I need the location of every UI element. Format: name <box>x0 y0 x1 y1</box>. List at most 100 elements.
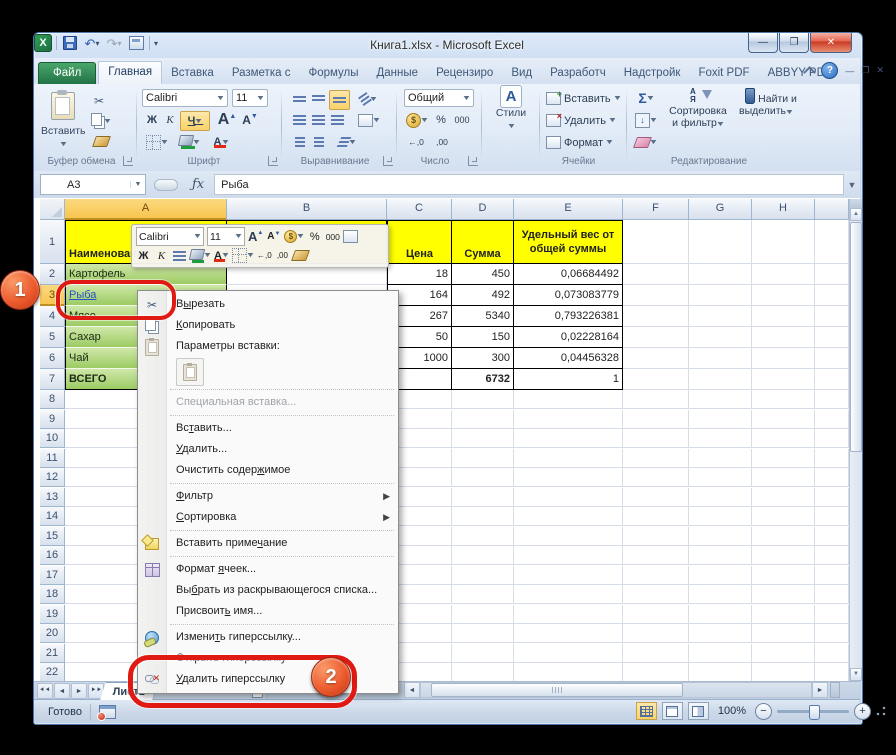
workbook-restore-button[interactable]: ❐ <box>861 65 869 76</box>
name-box[interactable]: A3 ▼ <box>40 174 146 195</box>
cell-16[interactable] <box>815 546 849 565</box>
tab-данные[interactable]: Данные <box>368 63 428 84</box>
cell-G1[interactable] <box>689 220 752 264</box>
column-header-D[interactable]: D <box>452 199 514 220</box>
row-header-12[interactable]: 12 <box>40 468 65 487</box>
cell-13[interactable] <box>815 488 849 507</box>
cell-E18[interactable] <box>514 585 623 604</box>
cell-F5[interactable] <box>623 327 689 348</box>
cell-D12[interactable] <box>452 468 514 487</box>
mini-font-name-combo[interactable]: Calibri▼ <box>136 227 204 246</box>
page-break-view-button[interactable] <box>688 702 709 720</box>
cell-G9[interactable] <box>689 410 752 429</box>
merge-center-button[interactable]: ▼ <box>355 111 383 129</box>
formula-input[interactable]: Рыба <box>214 174 844 195</box>
menu-item-7[interactable]: Вставить... <box>138 418 398 439</box>
cell-14[interactable] <box>815 507 849 526</box>
cell-19[interactable] <box>815 605 849 624</box>
row-header-17[interactable]: 17 <box>40 566 65 585</box>
cell-17[interactable] <box>815 566 849 585</box>
cell-G2[interactable] <box>689 264 752 285</box>
column-header-E[interactable]: E <box>514 199 623 220</box>
cell-E1[interactable]: Удельный вес от общей суммы <box>514 220 623 264</box>
cell-H14[interactable] <box>752 507 815 526</box>
cell-G13[interactable] <box>689 488 752 507</box>
borders-button[interactable]: ▼ <box>144 133 170 151</box>
menu-item-9[interactable]: Очистить содержимое <box>138 460 398 481</box>
column-header-G[interactable]: G <box>689 199 752 220</box>
workbook-minimize-button[interactable]: — <box>845 66 854 76</box>
cell-H21[interactable] <box>752 644 815 663</box>
tab-надстройк[interactable]: Надстройк <box>615 63 690 84</box>
restore-button[interactable]: ❐ <box>779 33 809 53</box>
row-header-8[interactable]: 8 <box>40 390 65 409</box>
cell-9[interactable] <box>815 410 849 429</box>
cut-button[interactable]: ✂ <box>94 91 116 111</box>
cell-3[interactable] <box>815 285 849 306</box>
cell-E13[interactable] <box>514 488 623 507</box>
first-sheet-button[interactable]: ⯇⯇ <box>37 683 53 699</box>
cell-D15[interactable] <box>452 527 514 546</box>
cell-H22[interactable] <box>752 663 815 681</box>
cell-H1[interactable] <box>752 220 815 264</box>
column-header-H[interactable]: H <box>752 199 815 220</box>
mini-accounting-button[interactable]: $▼ <box>284 228 304 245</box>
cell-E15[interactable] <box>514 527 623 546</box>
delete-cells-button[interactable]: Удалить▼ <box>546 111 616 130</box>
cell-F19[interactable] <box>623 605 689 624</box>
cell-12[interactable] <box>815 468 849 487</box>
align-right-button[interactable] <box>329 111 346 129</box>
horizontal-split-handle[interactable] <box>830 682 840 698</box>
cell-F3[interactable] <box>623 285 689 306</box>
cell-H16[interactable] <box>752 546 815 565</box>
font-name-combo[interactable]: Calibri▼ <box>142 89 228 107</box>
cell-G5[interactable] <box>689 327 752 348</box>
cell-E12[interactable] <box>514 468 623 487</box>
mini-font-size-combo[interactable]: 11▼ <box>207 227 245 246</box>
cell-F13[interactable] <box>623 488 689 507</box>
cell-H11[interactable] <box>752 449 815 468</box>
cell-20[interactable] <box>815 624 849 643</box>
menu-item-12[interactable]: Сортировка▶ <box>138 507 398 528</box>
number-format-combo[interactable]: Общий▼ <box>404 89 474 107</box>
cell-H9[interactable] <box>752 410 815 429</box>
row-header-16[interactable]: 16 <box>40 546 65 565</box>
cell-E11[interactable] <box>514 449 623 468</box>
menu-item-0[interactable]: Вырезать✂ <box>138 294 398 315</box>
cell-F16[interactable] <box>623 546 689 565</box>
row-header-22[interactable]: 22 <box>40 663 65 681</box>
cell-G14[interactable] <box>689 507 752 526</box>
workbook-close-button[interactable]: ✕ <box>876 65 884 76</box>
cell-G10[interactable] <box>689 429 752 448</box>
tab-разметка-с[interactable]: Разметка с <box>223 63 300 84</box>
dialog-launcher-icon[interactable] <box>468 156 478 166</box>
cell-H8[interactable] <box>752 390 815 409</box>
cell-H19[interactable] <box>752 605 815 624</box>
cell-E21[interactable] <box>514 644 623 663</box>
cell-F8[interactable] <box>623 390 689 409</box>
cell-G17[interactable] <box>689 566 752 585</box>
tab-foxit-pdf[interactable]: Foxit PDF <box>689 63 758 84</box>
cell-E5[interactable]: 0,02228164 <box>514 327 623 348</box>
menu-item-20[interactable]: Изменить гиперссылку... <box>138 627 398 648</box>
row-header-9[interactable]: 9 <box>40 410 65 429</box>
mini-merge-button[interactable] <box>343 228 358 245</box>
menu-item-11[interactable]: Фильтр▶ <box>138 486 398 507</box>
copy-button[interactable]: ▼ <box>94 111 116 131</box>
cell-E7[interactable]: 1 <box>514 369 623 390</box>
row-header-7[interactable]: 7 <box>40 369 65 390</box>
cell-2[interactable] <box>815 264 849 285</box>
minimize-button[interactable]: — <box>748 33 778 53</box>
next-sheet-button[interactable]: ► <box>71 683 87 699</box>
cell-8[interactable] <box>815 390 849 409</box>
page-layout-view-button[interactable] <box>662 702 683 720</box>
cell-F10[interactable] <box>623 429 689 448</box>
align-middle-button[interactable] <box>310 90 327 108</box>
cell-G7[interactable] <box>689 369 752 390</box>
cell-D17[interactable] <box>452 566 514 585</box>
underline-button[interactable]: Ч▼ <box>180 111 210 131</box>
cell-G11[interactable] <box>689 449 752 468</box>
paste-option-button[interactable] <box>176 358 204 386</box>
cell-4[interactable] <box>815 306 849 327</box>
cell-H15[interactable] <box>752 527 815 546</box>
